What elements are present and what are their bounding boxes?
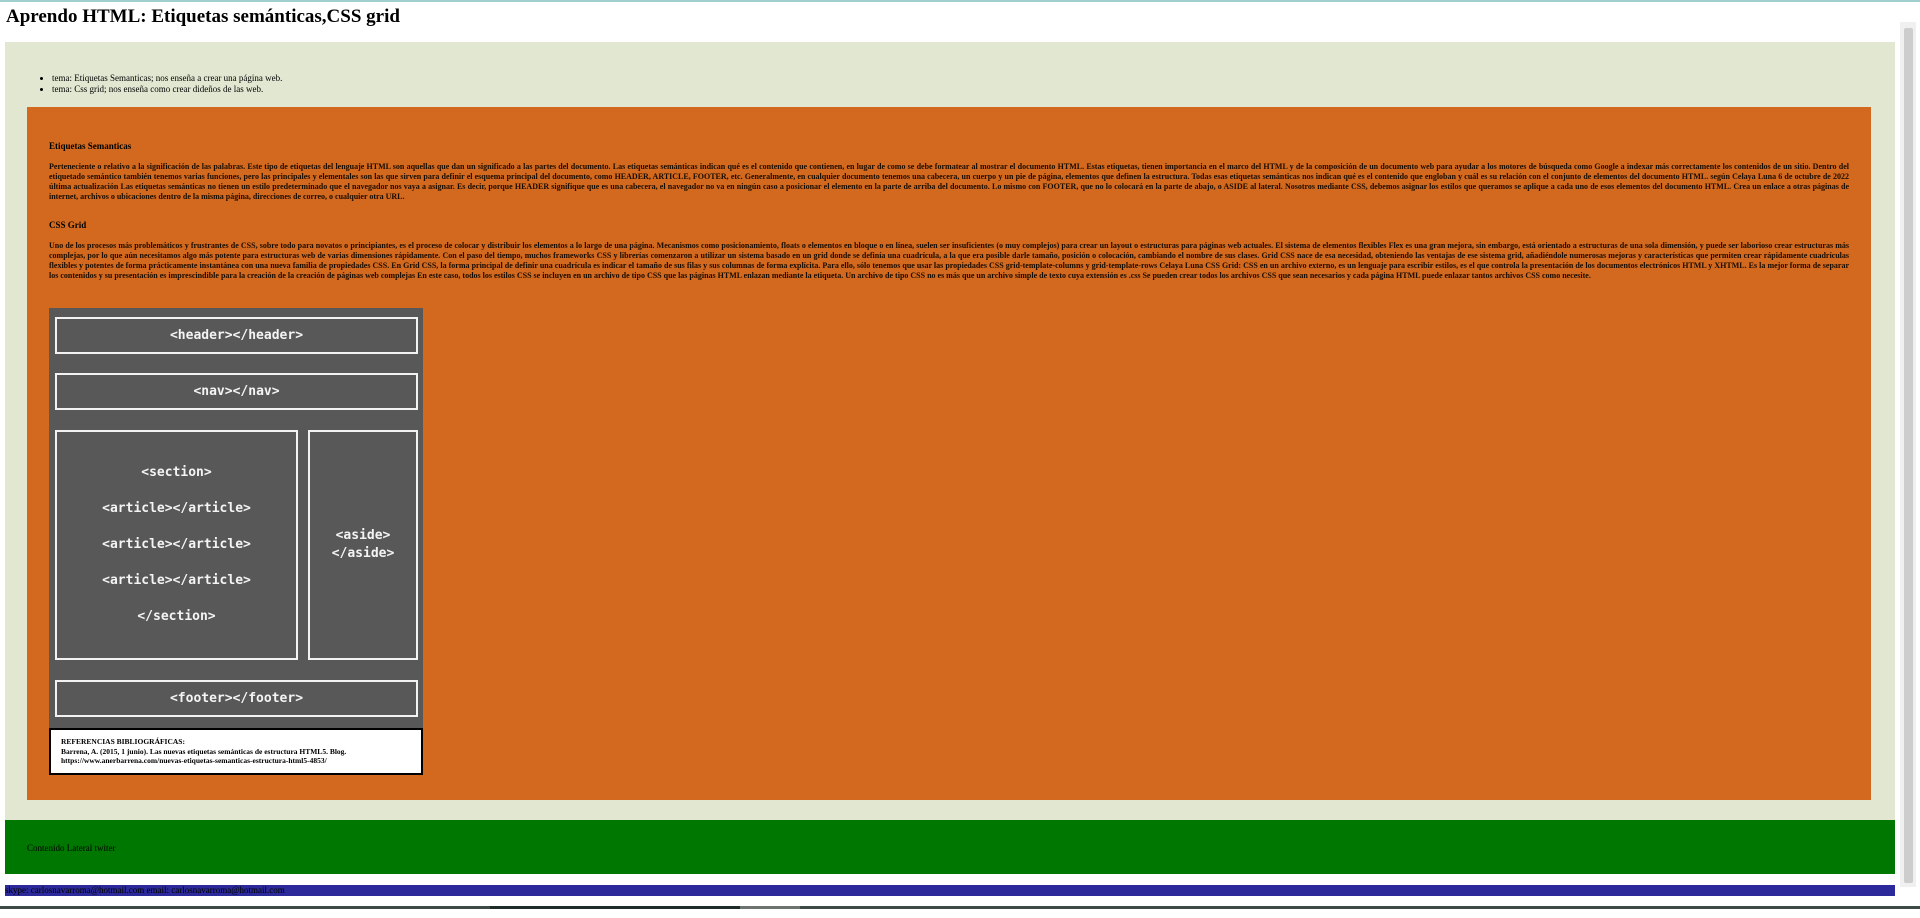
diagram-article-3: <article></article> bbox=[102, 573, 251, 588]
diagram-footer-box: <footer></footer> bbox=[55, 680, 418, 717]
diagram-header-box: <header></header> bbox=[55, 317, 418, 354]
references-citation: Barrena, A. (2015, 1 junio). Las nuevas … bbox=[61, 746, 347, 756]
diagram-header-label: <header></header> bbox=[169, 328, 304, 343]
paragraph-css-grid: Uno de los procesos más problemáticos y … bbox=[49, 241, 1849, 280]
list-item: tema: Css grid; nos enseña como crear di… bbox=[52, 84, 282, 95]
diagram-section-open: <section> bbox=[141, 465, 212, 480]
section-title-css-grid: CSS Grid bbox=[49, 220, 87, 230]
diagram-article-1: <article></article> bbox=[102, 501, 251, 516]
diagram-aside-open: <aside> bbox=[335, 528, 391, 543]
topic-list: tema: Etiquetas Semanticas; nos enseña a… bbox=[34, 73, 282, 95]
paragraph-semanticas: Perteneciente o relativo a la significac… bbox=[49, 162, 1849, 201]
footer-contact-text: skype: carlosnavarroma@hotmail.com email… bbox=[5, 885, 285, 895]
layout-diagram: <header></header> <nav></nav> <section> … bbox=[49, 308, 423, 775]
diagram-article-2: <article></article> bbox=[102, 537, 251, 552]
diagram-nav-label: <nav></nav> bbox=[193, 384, 280, 399]
references-url: https://www.anerbarrena.com/nuevas-etiqu… bbox=[61, 756, 327, 765]
diagram-footer-label: <footer></footer> bbox=[169, 691, 304, 706]
references-heading: REFERENCIAS BIBLIOGRÁFICAS: bbox=[61, 737, 185, 746]
scrollbar-thumb[interactable] bbox=[1904, 28, 1913, 883]
aside-lateral bbox=[5, 820, 1895, 874]
list-item: tema: Etiquetas Semanticas; nos enseña a… bbox=[52, 73, 282, 84]
page-footer: skype: carlosnavarroma@hotmail.com email… bbox=[5, 885, 1895, 896]
diagram-section-box: <section> <article></article> <article><… bbox=[55, 430, 298, 660]
taskbar-segment bbox=[490, 906, 740, 909]
taskbar-segment bbox=[0, 906, 490, 909]
references-box: REFERENCIAS BIBLIOGRÁFICAS: Barrena, A. … bbox=[49, 728, 423, 775]
diagram-nav-box: <nav></nav> bbox=[55, 373, 418, 410]
aside-lateral-text: Contenido Lateral twiter bbox=[27, 843, 116, 853]
browser-top-edge bbox=[0, 0, 1920, 2]
taskbar-segment bbox=[800, 906, 1920, 909]
taskbar-segment bbox=[740, 906, 800, 909]
section-title-semanticas: Etiquetas Semanticas bbox=[49, 141, 132, 151]
diagram-aside-close: </aside> bbox=[331, 546, 395, 561]
diagram-section-close: </section> bbox=[137, 609, 216, 624]
page-title: Aprendo HTML: Etiquetas semánticas,CSS g… bbox=[6, 6, 400, 27]
diagram-aside-box: <aside> </aside> bbox=[308, 430, 418, 660]
